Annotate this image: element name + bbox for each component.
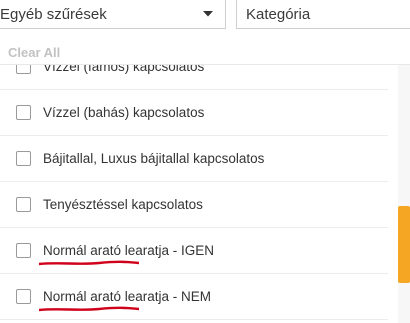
option-checkbox[interactable] <box>16 105 31 120</box>
option-item[interactable]: Tenyésztéssel kapcsolatos <box>0 182 388 228</box>
option-checkbox[interactable] <box>16 151 31 166</box>
option-label: Vízzel (famos) kapcsolatos <box>43 65 205 74</box>
clear-all-button[interactable]: Clear All <box>8 45 60 60</box>
options-list: Vízzel (famos) kapcsolatos Vízzel (bahás)… <box>0 65 392 323</box>
option-item[interactable]: Normál arató learatja - IGEN <box>0 228 388 274</box>
category-select[interactable]: Kategória <box>236 0 410 29</box>
option-item[interactable]: Vízzel (famos) kapcsolatos <box>0 65 388 90</box>
chevron-down-icon[interactable] <box>197 3 219 25</box>
other-filters-select[interactable]: Egyéb szűrések <box>0 0 226 29</box>
option-label: Bájitallal, Luxus bájitallal kapcsolatos <box>43 151 265 166</box>
option-checkbox[interactable] <box>16 65 31 74</box>
option-label: Vízzel (bahás) kapcsolatos <box>43 105 205 120</box>
red-underline-annotation <box>39 259 139 267</box>
option-checkbox[interactable] <box>16 289 31 304</box>
option-checkbox[interactable] <box>16 197 31 212</box>
red-underline-annotation <box>39 305 139 313</box>
option-item[interactable]: Vízzel (bahás) kapcsolatos <box>0 90 388 136</box>
option-label: Normál arató learatja - NEM <box>43 289 211 304</box>
option-item[interactable]: Normál arató learatja - NEM <box>0 274 388 320</box>
scrollbar-thumb[interactable] <box>398 205 410 284</box>
option-label: Normál arató learatja - IGEN <box>43 243 214 258</box>
filter-panel: Egyéb szűrések Kategória Clear All Vízze… <box>0 0 410 323</box>
option-label: Tenyésztéssel kapcsolatos <box>43 197 203 212</box>
category-select-label: Kategória <box>246 5 311 23</box>
option-checkbox[interactable] <box>16 243 31 258</box>
other-filters-select-label: Egyéb szűrések <box>0 5 107 23</box>
scrollbar-track[interactable] <box>398 65 410 323</box>
option-item[interactable]: Bájitallal, Luxus bájitallal kapcsolatos <box>0 136 388 182</box>
